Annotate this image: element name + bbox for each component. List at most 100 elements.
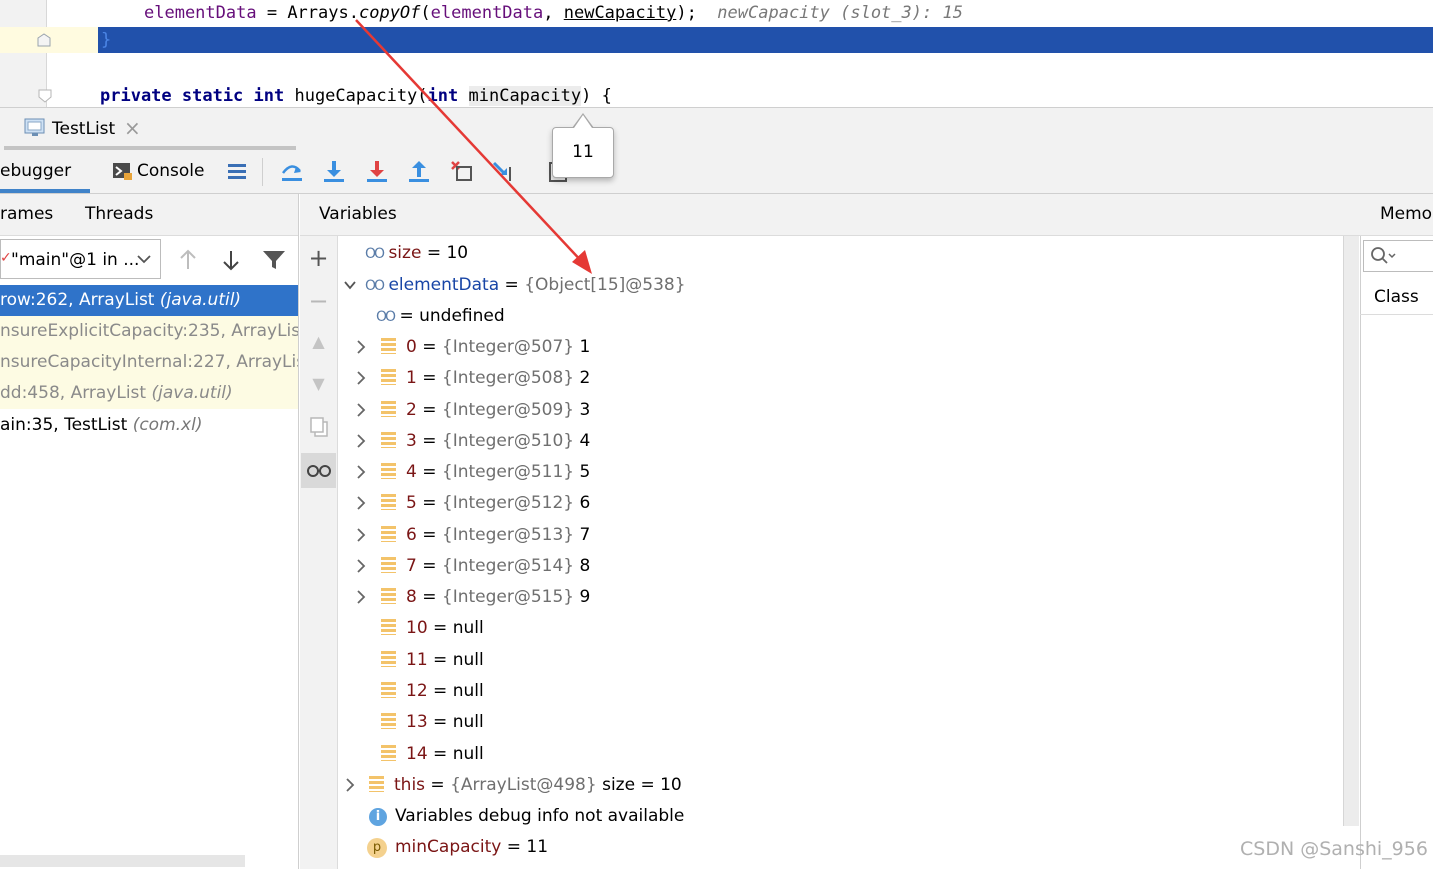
this-row[interactable]: this = {ArrayList@498} size = 10 xyxy=(369,770,682,801)
tab-debugger[interactable]: ebugger xyxy=(0,160,71,182)
frame-row[interactable]: dd:458, ArrayList (java.util) xyxy=(0,378,298,409)
item-index: 12 xyxy=(406,681,428,701)
expand-chevron-icon[interactable] xyxy=(354,363,368,394)
item-ref: {Integer@508} xyxy=(441,368,575,388)
dot: . xyxy=(348,3,359,23)
memory-title: Memo xyxy=(1380,204,1433,224)
item-value: 9 xyxy=(579,587,591,607)
array-element-icon xyxy=(381,557,396,573)
move-down-icon[interactable]: ▼ xyxy=(300,374,337,393)
fold-marker-icon[interactable] xyxy=(38,88,52,103)
frame-row[interactable]: nsureExplicitCapacity:235, ArrayList (j xyxy=(0,316,298,347)
frame-location: (com.xl) xyxy=(132,415,203,435)
expand-chevron-icon[interactable] xyxy=(354,332,368,363)
null-item-row[interactable]: 13 = null xyxy=(381,707,484,738)
drop-frame-icon[interactable] xyxy=(450,159,474,183)
array-item-row[interactable]: 5 = {Integer@512} 6 xyxy=(381,488,590,519)
array-element-icon xyxy=(381,463,396,479)
copy-icon[interactable] xyxy=(309,416,329,438)
expand-chevron-icon[interactable] xyxy=(354,488,368,519)
tab-threads-label: Threads xyxy=(85,204,154,224)
tab-console[interactable]: Console xyxy=(137,160,205,182)
watch-row-undefined[interactable]: OO = undefined xyxy=(376,301,505,332)
array-item-row[interactable]: 1 = {Integer@508} 2 xyxy=(381,363,590,394)
close-tab-icon[interactable]: × xyxy=(124,117,141,139)
item-value: 3 xyxy=(579,400,591,420)
array-item-row[interactable]: 3 = {Integer@510} 4 xyxy=(381,426,590,457)
step-over-icon[interactable] xyxy=(280,159,304,183)
var-name: size xyxy=(388,243,422,263)
frame-row[interactable]: row:262, ArrayList (java.util) xyxy=(0,285,298,316)
tab-frames[interactable]: rames xyxy=(0,203,53,225)
item-value: 4 xyxy=(579,431,591,451)
param-row[interactable]: p minCapacity = 11 xyxy=(367,832,548,863)
frames-horizontal-scrollbar[interactable] xyxy=(0,855,245,867)
run-tab-testlist[interactable]: TestList xyxy=(52,118,115,140)
array-element-icon xyxy=(381,745,396,761)
var-name: elementData xyxy=(388,275,500,295)
item-ref: {Integer@511} xyxy=(441,462,575,482)
item-index: 5 xyxy=(406,493,417,513)
console-icon xyxy=(112,161,134,181)
tab-threads[interactable]: Threads xyxy=(85,203,153,225)
param-min-capacity[interactable]: minCapacity xyxy=(468,86,582,106)
expand-chevron-icon[interactable] xyxy=(354,520,368,551)
bookmark-icon[interactable] xyxy=(37,32,51,47)
array-item-row[interactable]: 7 = {Integer@514} 8 xyxy=(381,551,590,582)
array-item-row[interactable]: 6 = {Integer@513} 7 xyxy=(381,520,590,551)
run-to-cursor-icon[interactable] xyxy=(492,159,516,183)
info-icon: i xyxy=(369,808,387,826)
previous-frame-icon[interactable] xyxy=(178,248,198,272)
menu-icon[interactable] xyxy=(226,160,248,182)
array-element-icon xyxy=(381,526,396,542)
method-decl-tail: ) { xyxy=(581,86,612,106)
code-line-copyof[interactable]: elementData = Arrays.copyOf(elementData,… xyxy=(144,2,963,24)
remove-watch-icon[interactable]: − xyxy=(300,287,337,315)
variables-toolstrip xyxy=(300,236,338,869)
comma: , xyxy=(543,3,564,23)
expand-chevron-icon[interactable] xyxy=(354,582,368,613)
array-element-icon xyxy=(381,432,396,448)
variables-scrollbar[interactable] xyxy=(1343,236,1359,826)
null-item-row[interactable]: 14 = null xyxy=(381,739,484,770)
chevron-down-icon[interactable] xyxy=(136,249,152,269)
expand-chevron-icon[interactable] xyxy=(354,551,368,582)
method-ref: copyOf xyxy=(358,3,421,23)
variables-header xyxy=(300,194,1360,236)
watch-row-size[interactable]: OO size = 10 xyxy=(365,238,468,269)
item-index: 11 xyxy=(406,650,428,670)
null-item-row[interactable]: 10 = null xyxy=(381,613,484,644)
watch-icon: OO xyxy=(365,246,385,262)
null-item-row[interactable]: 12 = null xyxy=(381,676,484,707)
array-item-row[interactable]: 8 = {Integer@515} 9 xyxy=(381,582,590,613)
run-tab-label: TestList xyxy=(52,119,116,139)
step-into-icon[interactable] xyxy=(322,159,346,183)
array-element-icon xyxy=(381,619,396,635)
filter-icon[interactable] xyxy=(262,249,286,271)
step-out-icon[interactable] xyxy=(407,159,431,183)
array-item-row[interactable]: 2 = {Integer@509} 3 xyxy=(381,395,590,426)
code-line-huge-capacity[interactable]: private static int hugeCapacity(int minC… xyxy=(100,85,612,107)
expand-chevron-icon[interactable] xyxy=(343,770,357,801)
item-ref: {Integer@513} xyxy=(441,525,575,545)
frame-row[interactable]: nsureCapacityInternal:227, ArrayList (j xyxy=(0,347,298,378)
expand-chevron-icon[interactable] xyxy=(354,395,368,426)
array-item-row[interactable]: 0 = {Integer@507} 1 xyxy=(381,332,590,363)
array-item-row[interactable]: 4 = {Integer@511} 5 xyxy=(381,457,590,488)
array-element-icon xyxy=(381,651,396,667)
force-step-into-icon[interactable] xyxy=(365,159,389,183)
item-value: null xyxy=(452,712,484,732)
tooltip-pointer-inner xyxy=(574,115,592,128)
variables-title: Variables xyxy=(319,204,397,224)
add-watch-icon[interactable]: + xyxy=(300,244,337,272)
frame-row[interactable]: ain:35, TestList (com.xl) xyxy=(0,410,298,441)
watch-row-element-data[interactable]: OO elementData = {Object[15]@538} xyxy=(365,270,686,301)
collapse-chevron-icon[interactable] xyxy=(343,270,357,301)
item-index: 3 xyxy=(406,431,417,451)
expand-chevron-icon[interactable] xyxy=(354,426,368,457)
null-item-row[interactable]: 11 = null xyxy=(381,645,484,676)
move-up-icon[interactable]: ▲ xyxy=(300,332,337,351)
expand-chevron-icon[interactable] xyxy=(354,457,368,488)
var-value: 11 xyxy=(526,837,549,857)
next-frame-icon[interactable] xyxy=(221,248,241,272)
